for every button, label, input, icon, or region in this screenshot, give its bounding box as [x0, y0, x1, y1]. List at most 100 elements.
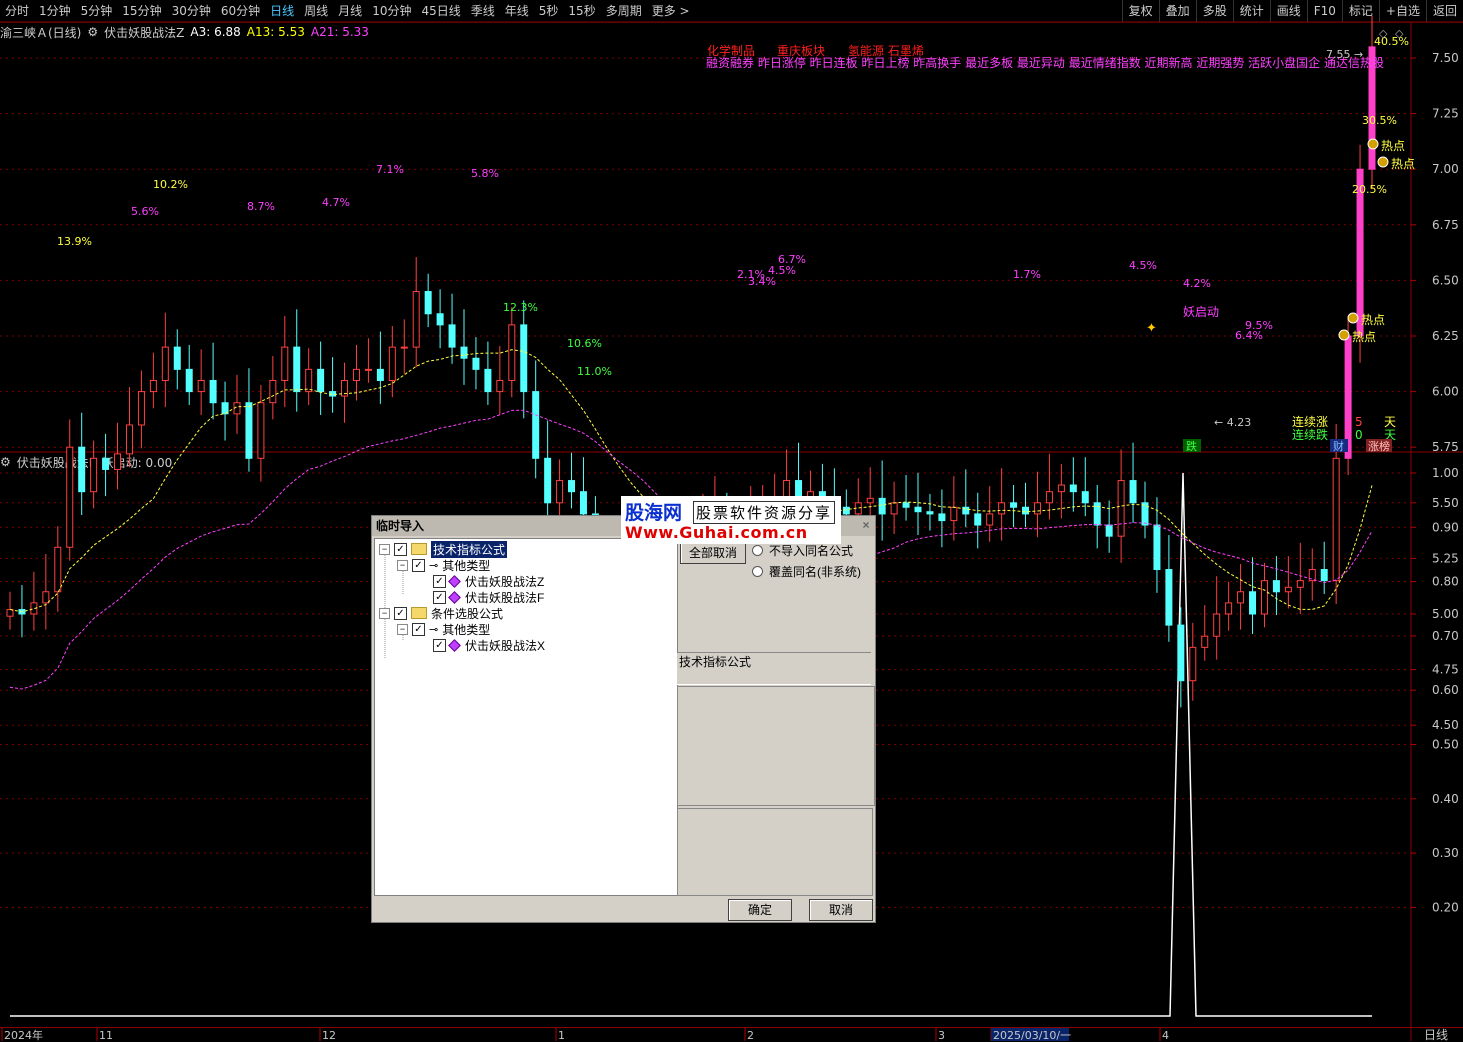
sub-tick-label: 1.00 — [1432, 466, 1459, 480]
hot-label: 热点 — [1391, 157, 1415, 171]
watermark-slogan: 股票软件资源分享 — [693, 501, 836, 524]
checkbox-fx[interactable]: ✓ — [433, 638, 446, 652]
watermark-url: Www.Guhai.com.cn — [625, 523, 808, 542]
collapse-icon[interactable]: − — [397, 623, 408, 635]
checkbox-fz[interactable]: ✓ — [433, 574, 446, 588]
collapse-icon[interactable]: − — [379, 543, 390, 555]
candle-body — [866, 497, 874, 504]
candle-body — [496, 379, 504, 393]
candle-body — [42, 591, 50, 604]
radio-circle[interactable] — [752, 566, 763, 577]
candle-body — [974, 513, 982, 526]
candle-body — [317, 368, 325, 393]
candle-body — [484, 368, 492, 393]
collapse-icon[interactable]: − — [397, 559, 408, 571]
tree-node-fx[interactable]: ✓ 伏击妖股战法X — [433, 637, 545, 653]
tree-node-cond[interactable]: − ✓ 条件选股公式 — [379, 605, 503, 621]
diamond-icon: ◇ — [1379, 27, 1388, 40]
tree-label-other1: 其他类型 — [442, 558, 491, 573]
candle-body — [1069, 484, 1077, 493]
candle-body — [1213, 613, 1221, 637]
candle-body — [1153, 524, 1161, 571]
tree-label-fx: 伏击妖股战法X — [465, 638, 546, 653]
candle-body — [114, 453, 122, 470]
candle-body — [472, 357, 480, 370]
folder-icon — [411, 607, 427, 619]
cancel-button[interactable]: 取消 — [809, 899, 873, 921]
select-all-button[interactable]: 全部取消 — [680, 542, 746, 564]
radio-skip-same[interactable]: 不导入同名公式 — [752, 542, 853, 559]
price-tick-label: 4.50 — [1432, 718, 1459, 732]
checkbox-ff[interactable]: ✓ — [433, 590, 446, 604]
candle-body — [149, 379, 157, 393]
candle-body — [1177, 624, 1185, 682]
pct-change-label: 10.6% — [567, 337, 602, 350]
candle-body — [1237, 591, 1245, 604]
price-max-label: 7.55 → — [1326, 48, 1363, 61]
candle-body — [6, 609, 14, 617]
candle-body — [197, 379, 205, 393]
money-bag-icon — [1367, 138, 1379, 150]
checkbox-other1[interactable]: ✓ — [412, 558, 425, 572]
money-bag-icon — [1377, 156, 1389, 168]
cai-flag: 财 — [1333, 439, 1344, 453]
candle-body — [1129, 480, 1137, 504]
price-tick-label: 5.75 — [1432, 440, 1459, 454]
candle-body — [173, 346, 181, 370]
candle-body — [90, 457, 98, 493]
tree-label-cond: 条件选股公式 — [431, 606, 504, 621]
sub-tick-label: 0.30 — [1432, 846, 1459, 860]
price-min-label: ← 4.23 — [1214, 416, 1251, 429]
formula-tree[interactable]: − ✓ 技术指标公式 − ✓ ⊸ 其他类型 ✓ 伏击妖股战法Z ✓ 伏击妖股战法… — [374, 538, 678, 896]
butterfly-icon: ✦ — [1146, 321, 1157, 336]
key-icon: ⊸ — [429, 623, 439, 636]
sub-tick-label: 0.20 — [1432, 900, 1459, 914]
checkbox-tech[interactable]: ✓ — [394, 542, 407, 556]
candle-body — [185, 368, 193, 393]
tree-label-tech: 技术指标公式 — [431, 540, 508, 558]
sub-tick-label: 0.90 — [1432, 520, 1459, 534]
pct-change-label: 13.9% — [57, 235, 92, 248]
candle-body — [1260, 580, 1268, 615]
collapse-icon[interactable]: − — [379, 607, 390, 619]
radio-overwrite[interactable]: 覆盖同名(非系统) — [752, 563, 861, 580]
pct-change-label: 10.2% — [153, 178, 188, 191]
board-flag: 涨榜 — [1368, 439, 1390, 453]
key-icon: ⊸ — [429, 559, 439, 572]
price-tick-label: 5.50 — [1432, 496, 1459, 510]
tree-node-other2[interactable]: − ✓ ⊸ 其他类型 — [397, 621, 490, 637]
watermark-brand: 股海网 — [625, 502, 683, 524]
price-tick-label: 7.25 — [1432, 107, 1459, 121]
tree-node-fz[interactable]: ✓ 伏击妖股战法Z — [433, 573, 544, 589]
import-dialog: 临时导入 × − ✓ 技术指标公式 − ✓ ⊸ 其他类型 ✓ 伏击妖股战法Z ✓ — [371, 515, 876, 923]
tree-node-other1[interactable]: − ✓ ⊸ 其他类型 — [397, 557, 490, 573]
candle-body — [1033, 502, 1041, 515]
price-tick-label: 4.75 — [1432, 663, 1459, 677]
ok-button[interactable]: 确定 — [728, 899, 792, 921]
formula-icon — [448, 590, 461, 604]
price-tick-label: 6.00 — [1432, 385, 1459, 399]
checkbox-cond[interactable]: ✓ — [394, 606, 407, 620]
candle-body — [938, 513, 946, 522]
candle-body — [281, 346, 289, 381]
price-tick-label: 5.00 — [1432, 607, 1459, 621]
streak-up-value: 5 — [1355, 415, 1363, 429]
candle-body — [878, 497, 886, 515]
streak-down-label: 连续跌 — [1292, 427, 1328, 442]
candle-body — [1332, 457, 1340, 582]
radio-circle[interactable] — [752, 545, 763, 556]
candle-body — [1320, 569, 1328, 582]
sub-tick-label: 0.40 — [1432, 792, 1459, 806]
candle-body — [364, 368, 372, 371]
checkbox-other2[interactable]: ✓ — [412, 622, 425, 636]
tree-node-ff[interactable]: ✓ 伏击妖股战法F — [433, 589, 544, 605]
candle-body — [1284, 586, 1292, 593]
money-bag-icon — [1338, 329, 1350, 341]
candle-body — [424, 291, 432, 315]
tree-node-tech[interactable]: − ✓ 技术指标公式 — [379, 540, 508, 558]
close-icon[interactable]: × — [859, 518, 873, 532]
candle-body — [412, 291, 420, 348]
candle-body — [1045, 491, 1053, 504]
candle-body — [352, 368, 360, 381]
candle-body — [986, 513, 994, 526]
